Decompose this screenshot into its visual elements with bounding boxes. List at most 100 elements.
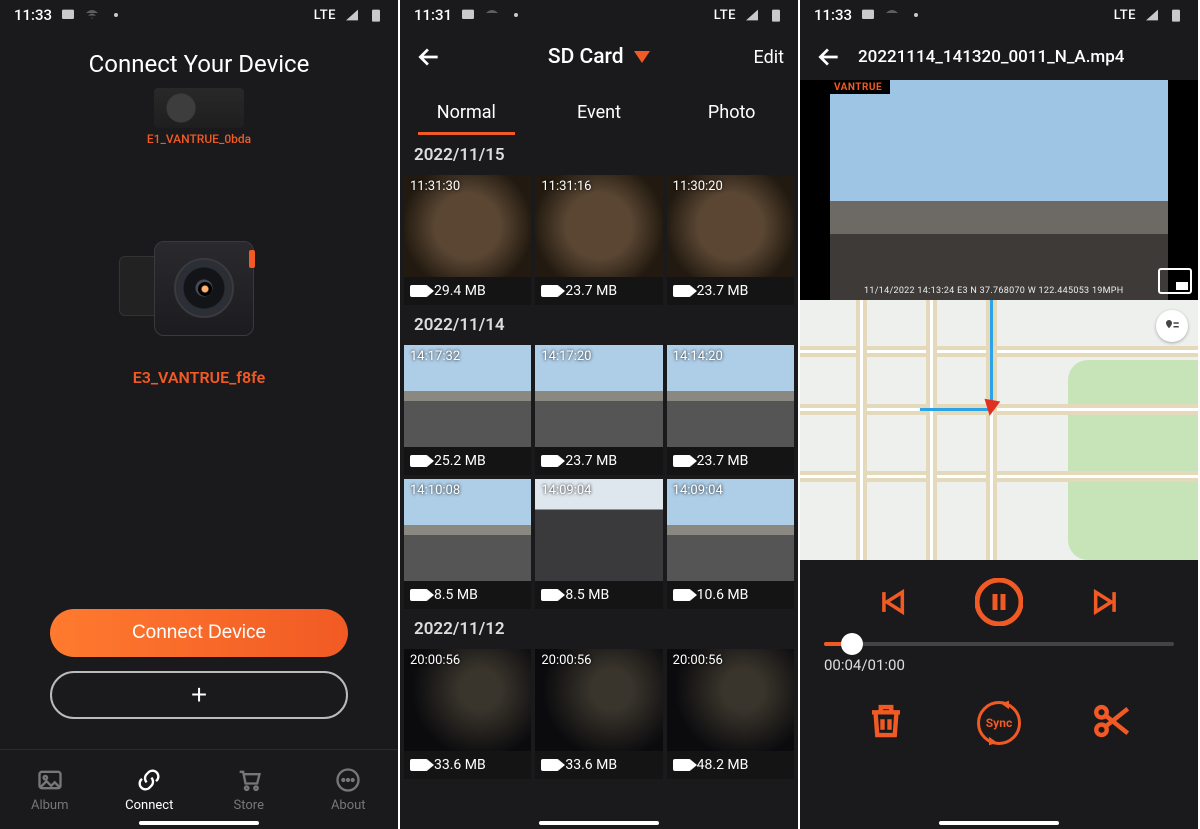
nav-about[interactable]: About [299, 750, 399, 829]
video-thumb[interactable]: 20:00:56 33.6 MB [404, 649, 531, 779]
messages-icon [60, 7, 76, 23]
status-time: 11:31 [414, 6, 452, 24]
skip-prev-icon [874, 585, 908, 619]
device-image [119, 236, 279, 346]
video-icon [541, 285, 559, 297]
watermark: VANTRUE [834, 82, 882, 93]
video-thumb[interactable]: 14:09:04 8.5 MB [535, 479, 662, 609]
messages-icon [860, 7, 876, 23]
network-label: LTE [1114, 8, 1136, 23]
battery-icon [368, 7, 384, 23]
delete-button[interactable] [865, 700, 907, 746]
video-list[interactable]: 2022/11/15 11:31:30 29.4 MB 11:31:16 23.… [400, 135, 798, 829]
chevron-down-icon [634, 51, 650, 63]
settings-icon [108, 7, 124, 23]
pause-icon [975, 578, 1023, 626]
battery-icon [1168, 7, 1184, 23]
gps-arrow-icon [982, 399, 1001, 418]
signal-icon [744, 7, 760, 23]
video-icon [673, 759, 691, 771]
tab-event[interactable]: Event [533, 90, 666, 135]
home-indicator [539, 821, 659, 825]
settings-icon [508, 7, 524, 23]
playback-controls [800, 560, 1198, 636]
date-header: 2022/11/12 [400, 609, 798, 649]
connect-device-button[interactable]: Connect Device [50, 609, 348, 657]
video-icon [541, 455, 559, 467]
video-thumb[interactable]: 14:10:08 8.5 MB [404, 479, 531, 609]
video-icon [541, 589, 559, 601]
home-indicator [939, 821, 1059, 825]
storage-source-dropdown[interactable]: SD Card [458, 45, 740, 69]
video-icon [410, 589, 428, 601]
video-thumb[interactable]: 14:14:20 23.7 MB [667, 345, 794, 475]
selected-device[interactable]: E3_VANTRUE_f8fe [0, 236, 398, 387]
signal-icon [1144, 7, 1160, 23]
video-thumb[interactable]: 11:31:30 29.4 MB [404, 175, 531, 305]
prior-device[interactable]: E1_VANTRUE_0bda [0, 88, 398, 146]
video-thumb[interactable]: 20:00:56 48.2 MB [667, 649, 794, 779]
nav-connect[interactable]: Connect [100, 750, 200, 829]
prior-device-label: E1_VANTRUE_0bda [0, 132, 398, 146]
file-name: 20221114_141320_0011_N_A.mp4 [858, 47, 1184, 67]
screen-sd-card: 11:31 LTE SD Card Edit Normal Event Phot… [400, 0, 800, 829]
pin-list-icon [1163, 317, 1181, 335]
screen-playback: 11:33 LTE 20221114_141320_0011_N_A.mp4 V… [800, 0, 1200, 829]
video-icon [410, 455, 428, 467]
back-arrow-icon [416, 44, 442, 70]
trim-button[interactable] [1091, 700, 1133, 746]
network-label: LTE [314, 8, 336, 23]
bottom-nav: Album Connect Store About [0, 749, 398, 829]
video-thumb[interactable]: 11:30:20 23.7 MB [667, 175, 794, 305]
status-bar: 11:31 LTE [400, 0, 798, 28]
sync-button[interactable]: Sync [977, 701, 1021, 745]
back-arrow-icon [816, 44, 842, 70]
video-thumb[interactable]: 14:09:04 10.6 MB [667, 479, 794, 609]
status-bar: 11:33 LTE [0, 0, 398, 28]
status-time: 11:33 [14, 6, 52, 24]
nav-store[interactable]: Store [199, 750, 299, 829]
album-icon [36, 766, 64, 794]
video-thumb[interactable]: 11:31:16 23.7 MB [535, 175, 662, 305]
back-button[interactable] [814, 42, 844, 72]
tab-normal[interactable]: Normal [400, 90, 533, 135]
video-icon [541, 759, 559, 771]
video-thumb[interactable]: 14:17:20 23.7 MB [535, 345, 662, 475]
signal-icon [344, 7, 360, 23]
map-view[interactable] [800, 300, 1198, 560]
add-device-button[interactable]: + [50, 671, 348, 719]
sync-icon: Sync [977, 701, 1021, 745]
screen-connect-device: 11:33 LTE Connect Your Device E1_VANTRUE… [0, 0, 400, 829]
back-button[interactable] [414, 42, 444, 72]
scrubber[interactable]: 00:04/01:00 [800, 636, 1198, 678]
wifi-icon [484, 7, 500, 23]
wifi-icon [884, 7, 900, 23]
video-icon [673, 589, 691, 601]
video-thumb[interactable]: 20:00:56 33.6 MB [535, 649, 662, 779]
edit-button[interactable]: Edit [754, 47, 784, 68]
cart-icon [235, 766, 263, 794]
date-header: 2022/11/15 [400, 135, 798, 175]
pause-button[interactable] [975, 578, 1023, 630]
nav-album[interactable]: Album [0, 750, 100, 829]
home-indicator [139, 821, 259, 825]
status-time: 11:33 [814, 6, 852, 24]
video-icon [410, 759, 428, 771]
pip-button[interactable] [1158, 268, 1192, 294]
next-button[interactable] [1090, 585, 1124, 623]
scrubber-knob[interactable] [841, 633, 863, 655]
video-player[interactable]: VANTRUE 11/14/2022 14:13:24 E3 N 37.7680… [800, 80, 1198, 300]
tab-photo[interactable]: Photo [665, 90, 798, 135]
video-icon [410, 285, 428, 297]
video-thumb[interactable]: 14:17:32 25.2 MB [404, 345, 531, 475]
prev-button[interactable] [874, 585, 908, 623]
messages-icon [460, 7, 476, 23]
scissors-icon [1091, 700, 1133, 742]
status-bar: 11:33 LTE [800, 0, 1198, 28]
map-marker-list-button[interactable] [1156, 310, 1188, 342]
trash-icon [865, 700, 907, 742]
page-title: Connect Your Device [0, 50, 398, 78]
settings-icon [908, 7, 924, 23]
battery-icon [768, 7, 784, 23]
video-overlay-text: 11/14/2022 14:13:24 E3 N 37.768070 W 122… [864, 286, 1124, 296]
